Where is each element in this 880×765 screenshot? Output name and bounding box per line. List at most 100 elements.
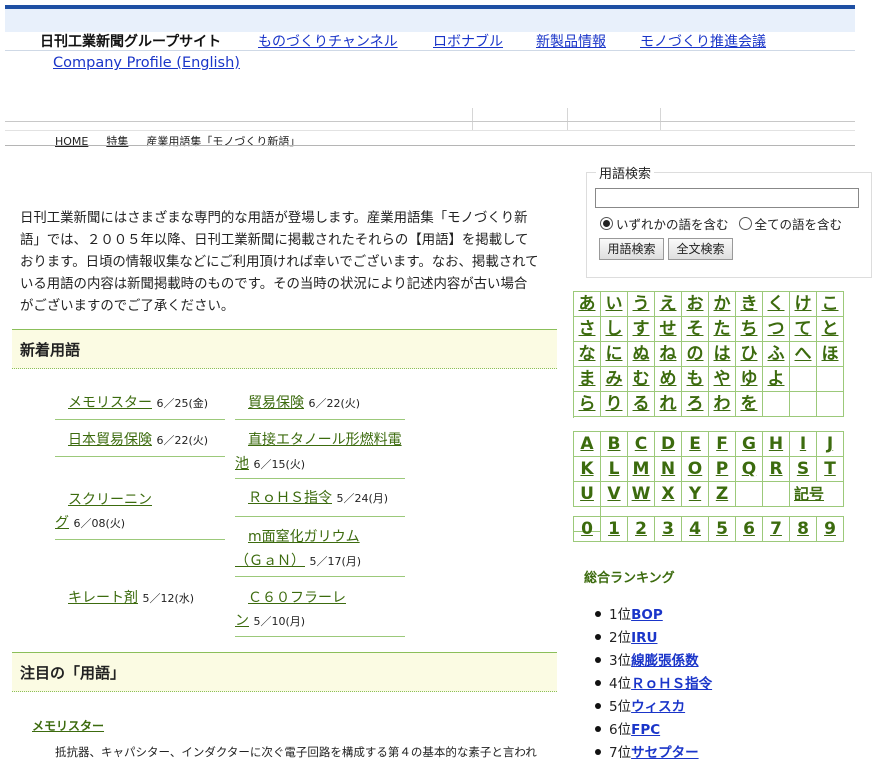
index-letter-link[interactable]: い [601,292,628,317]
index-letter-link[interactable]: て [790,317,817,342]
index-letter-link[interactable]: つ [763,317,790,342]
nav-link-monozukuri-council[interactable]: モノづくり推進会議 [640,31,766,51]
ranking-term-link[interactable]: FPC [631,722,660,738]
index-letter-link[interactable]: I [790,432,817,457]
index-letter-link[interactable]: ま [574,367,601,392]
index-letter-link[interactable]: ら [574,392,601,417]
index-letter-link[interactable]: ふ [763,342,790,367]
index-letter-link[interactable]: N [655,457,682,482]
index-letter-link[interactable]: む [628,367,655,392]
index-letter-link[interactable]: Y [682,482,709,507]
index-letter-link[interactable]: た [709,317,736,342]
index-letter-link[interactable]: Z [709,482,736,507]
index-letter-link[interactable]: し [601,317,628,342]
index-letter-link[interactable]: ひ [736,342,763,367]
index-letter-link[interactable]: へ [790,342,817,367]
radio-any-words[interactable] [600,217,613,230]
breadcrumb-feature[interactable]: 特集 [106,135,128,148]
index-letter-link[interactable]: み [601,367,628,392]
index-letter-link[interactable]: ね [655,342,682,367]
index-letter-link[interactable]: X [655,482,682,507]
index-letter-link[interactable]: 9 [817,517,844,542]
index-letter-link[interactable]: ろ [682,392,709,417]
index-letter-link[interactable]: 1 [601,517,628,542]
index-letter-link[interactable]: や [709,367,736,392]
index-letter-link[interactable]: M [628,457,655,482]
ranking-term-link[interactable]: サセプター [631,745,699,761]
index-letter-link[interactable]: こ [817,292,844,317]
index-letter-link[interactable]: は [709,342,736,367]
index-letter-link[interactable]: 7 [763,517,790,542]
index-letter-link[interactable]: に [601,342,628,367]
new-term-link[interactable]: ＲｏＨＳ指令 [248,490,332,506]
index-letter-link[interactable]: L [601,457,628,482]
ranking-term-link[interactable]: ウィスカ [631,699,685,715]
index-letter-link[interactable]: 4 [682,517,709,542]
index-letter-link[interactable]: ぬ [628,342,655,367]
radio-all-words[interactable] [738,217,752,230]
nav-link-new-products[interactable]: 新製品情報 [536,31,606,51]
index-letter-link[interactable]: ち [736,317,763,342]
index-letter-link[interactable]: P [709,457,736,482]
index-letter-link[interactable]: さ [574,317,601,342]
index-letter-link[interactable]: え [655,292,682,317]
index-letter-link[interactable]: C [628,432,655,457]
term-search-input[interactable] [595,188,859,208]
full-text-search-button[interactable]: 全文検索 [668,238,733,260]
breadcrumb-home[interactable]: HOME [55,135,88,148]
nav-link-robonable[interactable]: ロボナブル [433,31,503,51]
new-term-link[interactable]: m面窒化ガリウム [248,529,360,545]
ranking-term-link[interactable]: ＲｏＨＳ指令 [631,676,712,692]
index-letter-link[interactable]: G [736,432,763,457]
index-letter-link[interactable]: な [574,342,601,367]
index-letter-link[interactable]: 3 [655,517,682,542]
index-letter-link[interactable]: れ [655,392,682,417]
index-letter-link[interactable]: く [763,292,790,317]
featured-term-link[interactable]: メモリスター [32,717,104,734]
index-letter-link[interactable]: J [817,432,844,457]
index-letter-link[interactable]: 8 [790,517,817,542]
index-letter-link[interactable]: め [655,367,682,392]
index-letter-link[interactable]: き [736,292,763,317]
index-letter-link[interactable]: の [682,342,709,367]
index-letter-link[interactable]: と [817,317,844,342]
index-letter-link[interactable]: そ [682,317,709,342]
index-letter-link[interactable]: E [682,432,709,457]
index-letter-link[interactable]: W [628,482,655,507]
index-letter-link[interactable]: F [709,432,736,457]
index-letter-link[interactable]: を [736,392,763,417]
new-term-link[interactable]: 貿易保険 [248,395,304,411]
index-letter-link[interactable]: H [763,432,790,457]
new-term-link[interactable]: 日本貿易保険 [68,432,152,448]
index-letter-link[interactable]: S [790,457,817,482]
index-letter-link[interactable]: 5 [709,517,736,542]
ranking-term-link[interactable]: 線膨張係数 [631,653,699,669]
index-letter-link[interactable]: 0 [574,517,601,542]
index-letter-link[interactable]: B [601,432,628,457]
index-letter-link[interactable]: う [628,292,655,317]
new-term-link[interactable]: メモリスター [68,395,152,411]
index-letter-link[interactable]: 2 [628,517,655,542]
index-letter-link[interactable]: ほ [817,342,844,367]
index-letter-link[interactable]: U [574,482,601,507]
index-letter-link[interactable]: Q [736,457,763,482]
index-letter-link[interactable]: す [628,317,655,342]
index-letter-link[interactable]: O [682,457,709,482]
index-letter-link[interactable]: T [817,457,844,482]
index-letter-link[interactable]: R [763,457,790,482]
ranking-term-link[interactable]: IRU [631,630,657,646]
nav-link-monozukuri-channel[interactable]: ものづくりチャンネル [258,31,398,51]
new-term-link-cont[interactable]: 池 [235,456,249,472]
index-letter-link[interactable]: A [574,432,601,457]
new-term-link[interactable]: 直接エタノール形燃料電 [248,432,402,448]
index-letter-link[interactable]: お [682,292,709,317]
index-letter-link[interactable]: あ [574,292,601,317]
term-search-button[interactable]: 用語検索 [599,238,664,260]
index-letter-link[interactable]: よ [763,367,790,392]
index-letter-link[interactable]: せ [655,317,682,342]
new-term-link-cont[interactable]: （ＧａＮ） [235,553,305,569]
index-letter-link[interactable]: わ [709,392,736,417]
index-letter-link[interactable]: V [601,482,628,507]
index-letter-link[interactable]: か [709,292,736,317]
ranking-term-link[interactable]: BOP [631,607,663,623]
